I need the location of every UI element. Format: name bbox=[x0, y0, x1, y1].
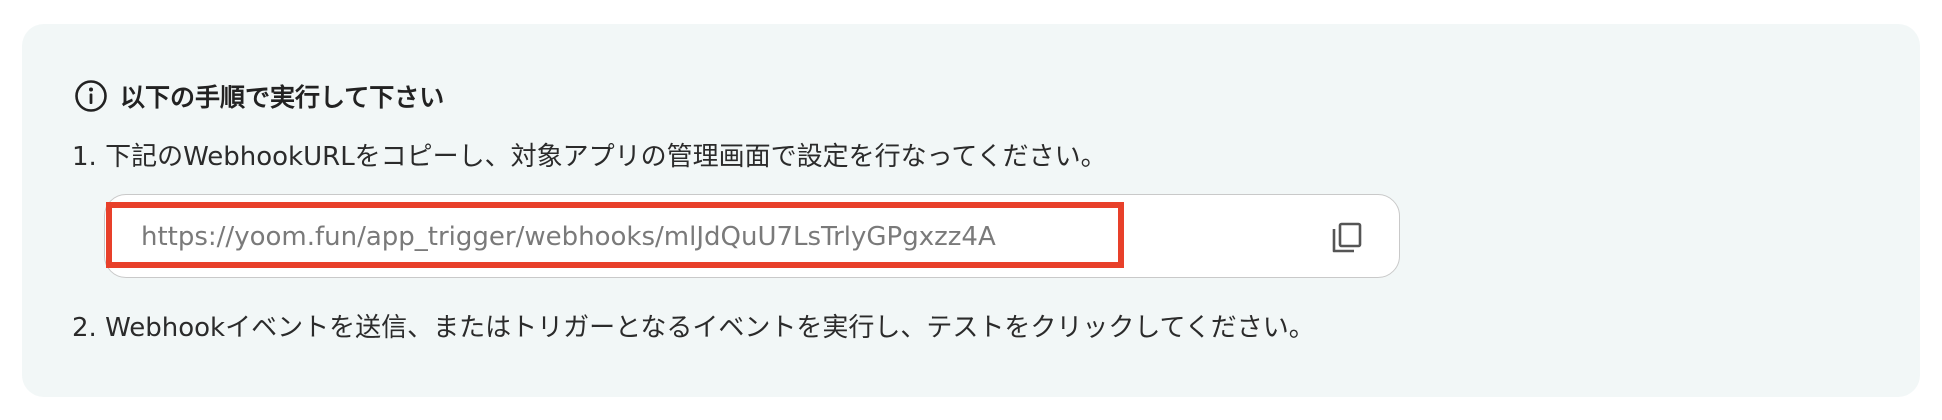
info-icon bbox=[75, 80, 107, 112]
copy-icon bbox=[1332, 222, 1362, 253]
step-2-text: 2. Webhookイベントを送信、またはトリガーとなるイベントを実行し、テスト… bbox=[72, 313, 1315, 343]
copy-button[interactable] bbox=[1326, 217, 1368, 259]
webhook-url-field[interactable]: https://yoom.fun/app_trigger/webhooks/ml… bbox=[104, 194, 1400, 278]
webhook-url-text[interactable]: https://yoom.fun/app_trigger/webhooks/ml… bbox=[141, 195, 996, 279]
instruction-heading: 以下の手順で実行して下さい bbox=[74, 76, 444, 116]
step-1-text: 1. 下記のWebhookURLをコピーし、対象アプリの管理画面で設定を行なって… bbox=[72, 142, 1107, 172]
heading-text: 以下の手順で実行して下さい bbox=[120, 83, 445, 112]
